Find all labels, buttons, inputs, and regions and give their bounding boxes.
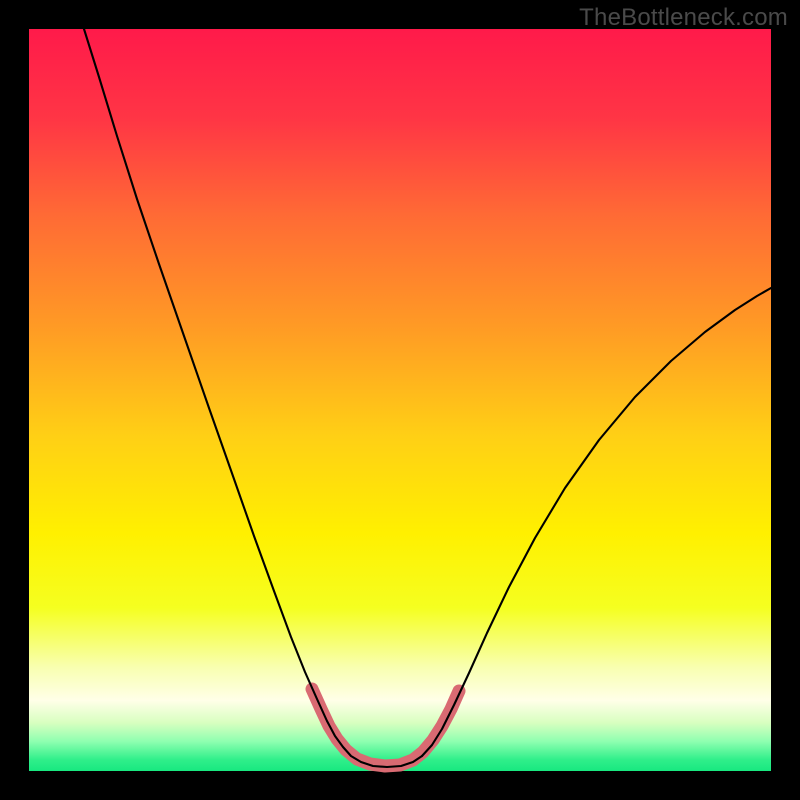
- watermark-text: TheBottleneck.com: [579, 4, 788, 32]
- left-curve: [84, 29, 422, 767]
- curve-layer: [29, 29, 771, 771]
- valley-highlight: [312, 689, 459, 766]
- right-curve: [422, 288, 771, 756]
